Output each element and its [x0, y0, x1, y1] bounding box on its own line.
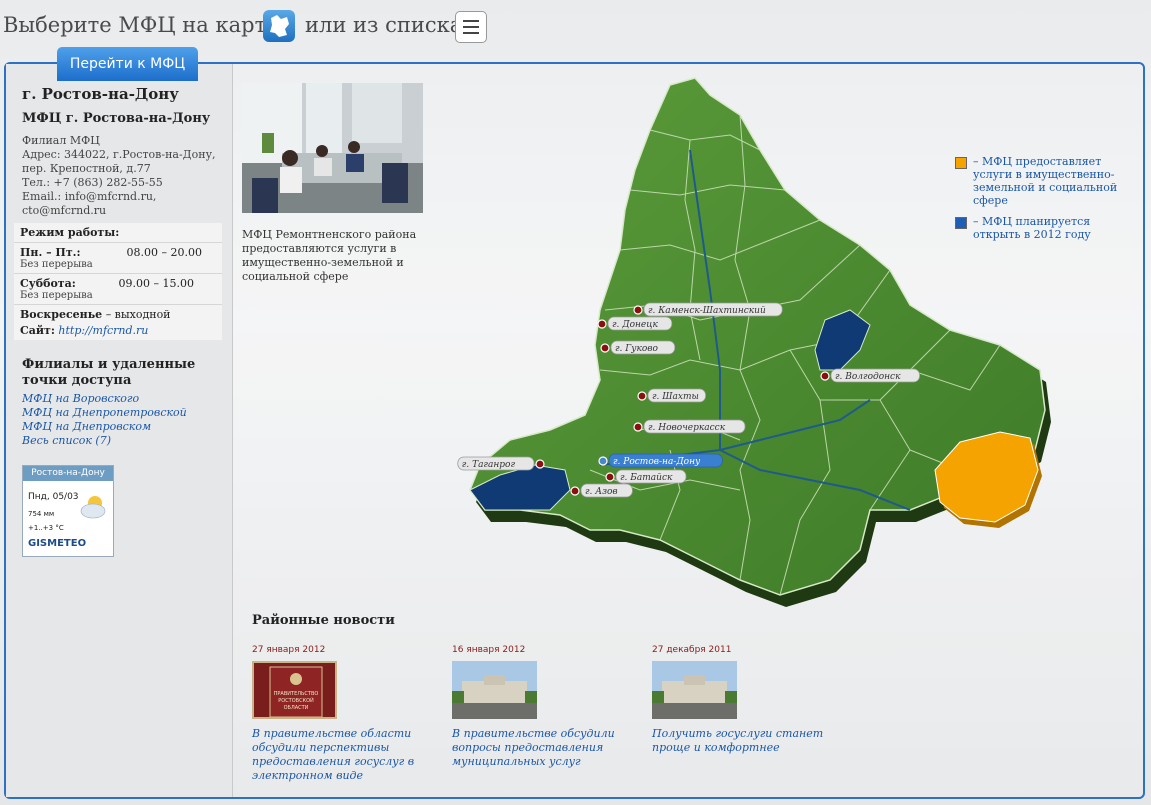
email-line: Email.: info@mfcrnd.ru,	[22, 190, 157, 203]
news-thumbnail[interactable]: ПРАВИТЕЛЬСТВО РОСТОВСКОЙ ОБЛАСТИ	[252, 661, 337, 719]
weather-cloud-icon	[80, 496, 106, 519]
map-legend: – МФЦ предоставляет услуги в имущественн…	[955, 155, 1135, 249]
news-date: 16 января 2012	[452, 645, 526, 655]
weather-pressure: 754 мм	[28, 510, 55, 518]
city-label[interactable]: г. Азов	[585, 487, 618, 497]
weather-city: Ростов-на-Дону	[23, 466, 113, 481]
news-thumbnail[interactable]	[452, 661, 537, 719]
city-marker-dot[interactable]	[570, 486, 580, 496]
go-to-mfc-button[interactable]: Перейти к МФЦ	[57, 47, 198, 81]
address-line: Адрес: 344022, г.Ростов-на-Дону,	[22, 148, 216, 161]
branch-link[interactable]: МФЦ на Днепровском	[22, 420, 187, 434]
city-label[interactable]: г. Гуково	[615, 344, 658, 354]
weekdays-time: 08.00 – 20.00	[126, 246, 202, 259]
sunday-label: Воскресенье	[20, 308, 103, 321]
legend-text: – МФЦ планируется открыть в 2012 году	[973, 215, 1091, 241]
news-date: 27 декабря 2011	[652, 645, 732, 655]
schedule-sunday: Воскресенье – выходной Сайт: http://mfcr…	[14, 305, 222, 340]
city-label[interactable]: г. Ростов-на-Дону	[613, 457, 701, 467]
city-label[interactable]: г. Каменск-Шахтинский	[648, 306, 766, 316]
list-select-icon[interactable]	[455, 11, 487, 43]
city-marker-dot[interactable]	[637, 391, 647, 401]
region-map[interactable]: г. Каменск-Шахтинский г. Донецк г. Гуково г…	[440, 70, 1060, 610]
legend-item-active: – МФЦ предоставляет услуги в имущественн…	[955, 155, 1135, 207]
legend-swatch-blue	[955, 217, 967, 229]
city-marker-dot[interactable]	[820, 371, 830, 381]
weather-widget[interactable]: Ростов-на-Дону Пнд, 05/03 754 мм +1..+3 …	[22, 465, 114, 557]
city-marker-dot[interactable]	[633, 305, 643, 315]
news-date: 27 января 2012	[252, 645, 326, 655]
schedule-weekdays: Пн. – Пт.: 08.00 – 20.00 Без перерыва	[14, 243, 222, 274]
city-label[interactable]: г. Батайск	[620, 473, 673, 483]
city-marker-dot[interactable]	[597, 319, 607, 329]
address-line: Филиал МФЦ	[22, 134, 100, 147]
site-link[interactable]: http://mfcrnd.ru	[58, 324, 148, 337]
schedule: Режим работы: Пн. – Пт.: 08.00 – 20.00 Б…	[14, 223, 222, 340]
city-label[interactable]: г. Донецк	[612, 320, 659, 330]
sidebar-divider	[232, 64, 233, 797]
office-photo	[242, 83, 423, 213]
city-label[interactable]: г. Таганрог	[462, 460, 516, 470]
page-title: Выберите МФЦ на карте	[3, 13, 279, 37]
city-label[interactable]: г. Шахты	[652, 392, 699, 402]
city-marker-dot[interactable]	[633, 422, 643, 432]
photo-caption: МФЦ Ремонтненского района предоставляютс…	[242, 228, 417, 283]
schedule-saturday: Суббота: 09.00 – 15.00 Без перерыва	[14, 274, 222, 305]
news-item[interactable]: 16 января 2012 В правительстве обсудили …	[452, 645, 632, 769]
map-select-icon[interactable]	[263, 10, 295, 42]
branches-title: Филиалы и удаленные точки доступа	[22, 357, 196, 388]
saturday-note: Без перерыва	[20, 290, 93, 301]
address-block: Филиал МФЦ Адрес: 344022, г.Ростов-на-До…	[22, 134, 227, 218]
city-title: г. Ростов-на-Дону	[22, 85, 179, 103]
city-marker-dot[interactable]	[598, 456, 608, 466]
building-photo	[652, 661, 737, 719]
branch-link[interactable]: МФЦ на Воровского	[22, 392, 187, 406]
building-photo	[452, 661, 537, 719]
branch-link-all[interactable]: Весь список (7)	[22, 434, 187, 448]
city-label[interactable]: г. Волгодонск	[835, 372, 901, 382]
org-title: МФЦ г. Ростова-на-Дону	[22, 111, 211, 126]
news-section-title: Районные новости	[252, 613, 395, 628]
city-marker-dot[interactable]	[535, 459, 545, 469]
weather-day: Пнд, 05/03	[28, 492, 79, 502]
news-link[interactable]: В правительстве обсудили вопросы предост…	[452, 727, 632, 769]
news-item[interactable]: 27 января 2012 ПРАВИТЕЛЬСТВО РОСТОВСКОЙ …	[252, 645, 432, 783]
city-marker-dot[interactable]	[600, 343, 610, 353]
news-link[interactable]: Получить госуслуги станет проще и комфор…	[652, 727, 832, 755]
site-label: Сайт:	[20, 324, 55, 337]
gismeteo-logo: GISMETEO	[28, 538, 87, 549]
news-thumbnail[interactable]	[652, 661, 737, 719]
legend-item-planned: – МФЦ планируется открыть в 2012 году	[955, 215, 1135, 241]
legend-swatch-orange	[955, 157, 967, 169]
sunday-note: – выходной	[105, 308, 171, 321]
schedule-title: Режим работы:	[20, 226, 120, 239]
branches-list: МФЦ на Воровского МФЦ на Днепропетровско…	[22, 392, 187, 448]
weekdays-note: Без перерыва	[20, 259, 93, 270]
address-line: пер. Крепостной, д.77	[22, 162, 151, 175]
weather-temp: +1..+3 °C	[28, 524, 64, 532]
city-marker-dot[interactable]	[605, 472, 615, 482]
weekdays-label: Пн. – Пт.:	[20, 246, 81, 259]
email-line: cto@mfcrnd.ru	[22, 204, 107, 217]
news-link[interactable]: В правительстве области обсудили перспек…	[252, 727, 432, 783]
legend-text: – МФЦ предоставляет услуги в имущественн…	[973, 155, 1118, 207]
saturday-time: 09.00 – 15.00	[118, 277, 194, 290]
schedule-title-row: Режим работы:	[14, 223, 222, 243]
phone-line: Тел.: +7 (863) 282-55-55	[22, 176, 163, 189]
branch-link[interactable]: МФЦ на Днепропетровской	[22, 406, 187, 420]
news-thumb-text: ПРАВИТЕЛЬСТВО РОСТОВСКОЙ ОБЛАСТИ	[273, 691, 319, 711]
city-label[interactable]: г. Новочеркасск	[648, 423, 726, 433]
page-title-list: или из списка	[305, 13, 463, 37]
news-item[interactable]: 27 декабря 2011 Получить госуслуги стане…	[652, 645, 832, 755]
saturday-label: Суббота:	[20, 277, 76, 290]
